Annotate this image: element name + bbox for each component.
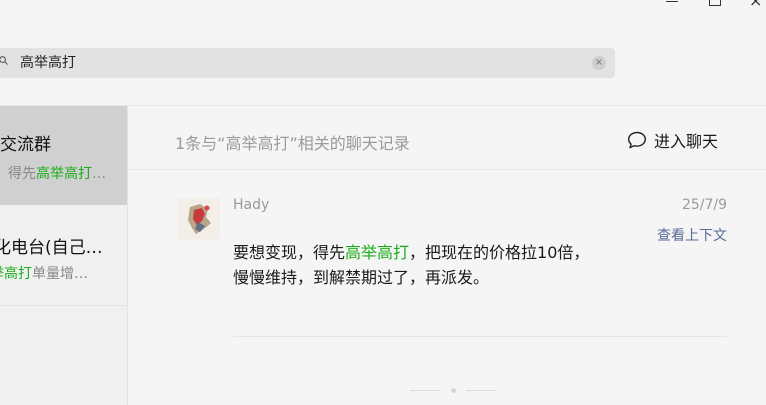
conversation-preview: 举高打单量增… [0,263,88,283]
avatar-image [178,198,220,240]
maximize-icon[interactable] [709,0,721,6]
message-divider [233,336,727,337]
results-header: 1条与“高举高打”相关的聊天记录 进入聊天 [128,106,766,170]
keyword-highlight: 高举高打 [345,243,410,262]
keyword-highlight: 高举高打 [36,166,92,182]
search-icon [0,56,8,65]
conversation-title: 化电台(自己… [0,238,103,258]
search-input[interactable]: 高举高打 [20,48,76,78]
result-count-text: 1条与“高举高打”相关的聊天记录 [175,134,410,153]
message-result: Hady 25/7/9 查看上下文 要想变现，得先高举高打，把现在的价格拉10倍… [128,170,766,340]
chat-bubble-icon [628,131,646,149]
close-icon[interactable]: × [749,0,762,9]
loading-indicator [410,388,496,394]
conversation-item[interactable]: 化电台(自己… 举高打单量增… [0,205,127,306]
search-bar[interactable]: 高举高打 × [0,48,615,78]
search-results-panel: 1条与“高举高打”相关的聊天记录 进入聊天 Hady 25/7/9 查看上下文 … [128,106,766,405]
conversation-list: 交流群 得先高举高打… 化电台(自己… 举高打单量增… [0,106,128,405]
clear-icon[interactable]: × [592,56,606,70]
conversation-title: 交流群 [0,135,51,155]
sender-name: Hady [233,197,270,213]
enter-chat-button[interactable]: 进入聊天 [627,128,718,152]
conversation-item-selected[interactable]: 交流群 得先高举高打… [0,106,127,205]
conversation-preview: 得先高举高打… [8,166,106,182]
view-context-link[interactable]: 查看上下文 [657,225,727,245]
keyword-highlight: 举高打 [0,266,32,282]
enter-chat-label: 进入聊天 [654,132,719,151]
message-date: 25/7/9 [681,197,727,213]
minimize-icon[interactable] [666,1,678,3]
avatar [178,198,220,240]
message-text: 要想变现，得先高举高打，把现在的价格拉10倍， 慢慢维持，到解禁期过了，再派发。 [233,243,590,287]
